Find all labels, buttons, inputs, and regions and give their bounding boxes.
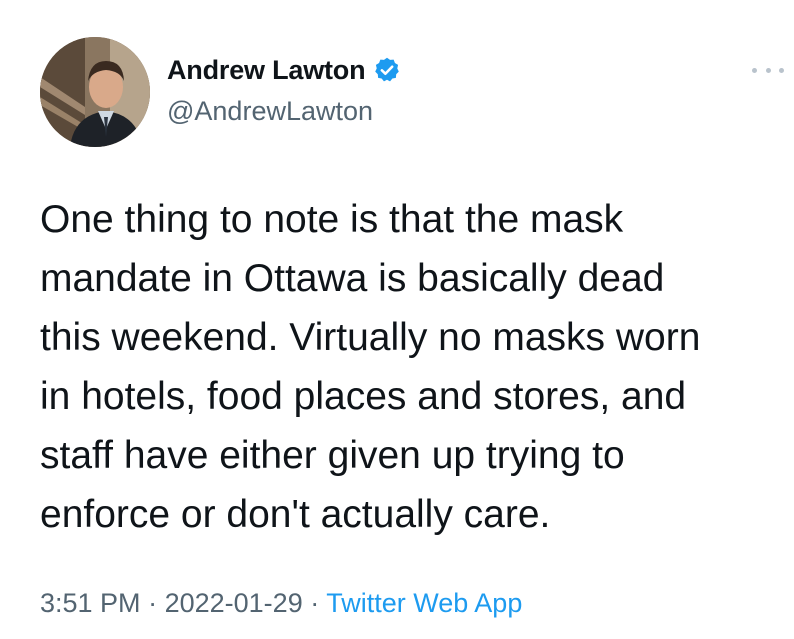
tweet-time[interactable]: 3:51 PM [40, 588, 141, 618]
author-display-name[interactable]: Andrew Lawton [167, 55, 366, 86]
meta-separator: · [148, 588, 158, 618]
tweet-text: One thing to note is that the mask manda… [40, 198, 701, 536]
author-avatar[interactable] [40, 37, 150, 147]
author-block: Andrew Lawton @AndrewLawton [167, 50, 401, 127]
verified-badge-icon [375, 57, 400, 82]
tweet-source-link[interactable]: Twitter Web App [326, 588, 522, 618]
more-dot [752, 67, 757, 73]
more-dots-icon[interactable] [752, 62, 784, 78]
meta-separator: · [310, 588, 320, 618]
avatar-photo [40, 37, 150, 147]
tweet-date[interactable]: 2022-01-29 [165, 588, 303, 618]
more-dot [779, 67, 784, 73]
author-handle[interactable]: @AndrewLawton [167, 96, 401, 127]
more-dot [765, 67, 771, 73]
tweet-meta: 3:51 PM · 2022-01-29 · Twitter Web App [40, 588, 522, 619]
name-row: Andrew Lawton [167, 50, 401, 90]
